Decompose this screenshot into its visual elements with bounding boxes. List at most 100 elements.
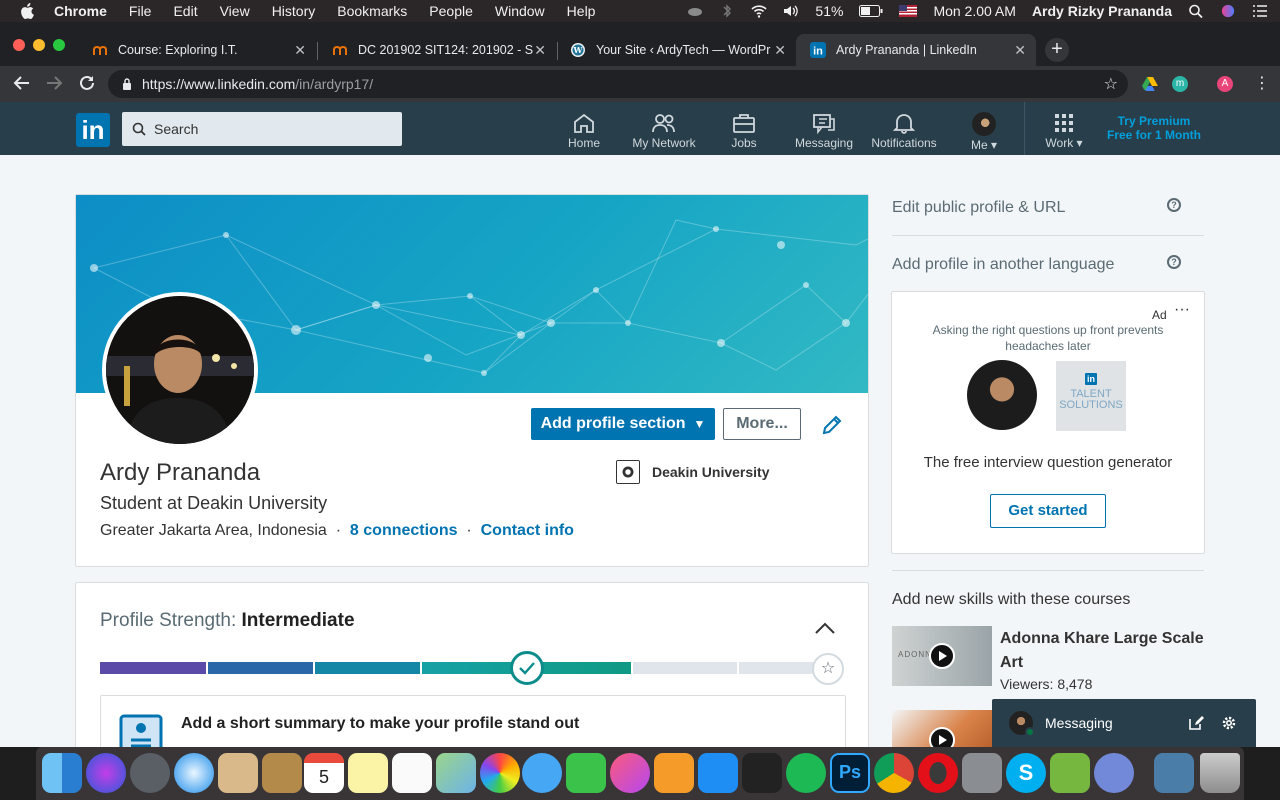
chrome-dock-icon[interactable] <box>874 753 914 793</box>
menu-edit[interactable]: Edit <box>173 3 197 19</box>
tab-course-exploring-it[interactable]: Course: Exploring I.T. ✕ <box>78 34 316 66</box>
nav-work[interactable]: Work ▾ <box>1040 112 1088 150</box>
nav-messaging[interactable]: Messaging <box>790 112 858 150</box>
connections-link[interactable]: 8 connections <box>350 522 458 539</box>
contacts-icon[interactable] <box>262 753 302 793</box>
system-preferences-icon[interactable] <box>962 753 1002 793</box>
books-icon[interactable] <box>654 753 694 793</box>
skype-icon[interactable]: S <box>1006 753 1046 793</box>
siri-dock-icon[interactable] <box>86 753 126 793</box>
compose-message-icon[interactable] <box>1188 715 1204 731</box>
music-icon[interactable] <box>610 753 650 793</box>
lock-icon[interactable] <box>122 78 132 90</box>
siri-icon[interactable] <box>1220 4 1236 18</box>
nav-notifications[interactable]: Notifications <box>866 112 942 150</box>
window-zoom-button[interactable] <box>53 39 65 51</box>
volume-icon[interactable] <box>783 4 799 18</box>
mail-stamp-icon[interactable] <box>218 753 258 793</box>
messaging-overlay-bar[interactable]: Messaging <box>992 699 1256 747</box>
tab-linkedin-profile[interactable]: in Ardy Prananda | LinkedIn ✕ <box>796 34 1036 66</box>
nav-my-network[interactable]: My Network <box>626 112 702 150</box>
trash-icon[interactable] <box>1200 753 1240 793</box>
app-store-icon[interactable] <box>698 753 738 793</box>
finder-icon[interactable] <box>42 753 82 793</box>
ad-brand-logo[interactable]: in TALENT SOLUTIONS <box>1056 361 1126 431</box>
add-profile-language-link[interactable]: Add profile in another language <box>892 256 1114 274</box>
profile-photo[interactable] <box>102 292 258 448</box>
opera-icon[interactable] <box>918 753 958 793</box>
creative-cloud-icon[interactable] <box>687 4 703 18</box>
forward-arrow-icon[interactable] <box>45 74 63 92</box>
battery-icon[interactable] <box>859 5 883 17</box>
close-tab-icon[interactable]: ✕ <box>294 42 306 59</box>
profile-tip-card[interactable]: Add a short summary to make your profile… <box>100 695 846 747</box>
utorrent-icon[interactable] <box>1050 753 1090 793</box>
messages-icon[interactable] <box>522 753 562 793</box>
calendar-icon[interactable]: 5 <box>304 753 344 793</box>
final-cut-icon[interactable] <box>742 753 782 793</box>
get-started-button[interactable]: Get started <box>990 494 1106 528</box>
menu-app-name[interactable]: Chrome <box>54 3 107 19</box>
google-drive-extension-icon[interactable] <box>1142 76 1158 92</box>
wifi-icon[interactable] <box>751 4 767 18</box>
tab-dc-sit124[interactable]: DC 201902 SIT124: 201902 - S ✕ <box>318 34 556 66</box>
maps-icon[interactable] <box>436 753 476 793</box>
gear-icon[interactable] <box>1221 715 1237 731</box>
window-close-button[interactable] <box>13 39 25 51</box>
menu-view[interactable]: View <box>220 3 250 19</box>
try-premium-link[interactable]: Try Premium Free for 1 Month <box>1100 114 1208 142</box>
downloads-stack-icon[interactable] <box>1154 753 1194 793</box>
menu-help[interactable]: Help <box>567 3 596 19</box>
more-actions-button[interactable]: More... <box>723 408 801 440</box>
apple-menu-icon[interactable] <box>20 3 34 19</box>
search-input[interactable]: Search <box>122 112 402 146</box>
notification-center-icon[interactable] <box>1252 4 1268 18</box>
window-minimize-button[interactable] <box>33 39 45 51</box>
us-flag-icon[interactable] <box>899 5 918 17</box>
edit-public-profile-link[interactable]: Edit public profile & URL <box>892 199 1065 217</box>
chrome-menu-icon[interactable]: ⋮ <box>1254 73 1270 93</box>
course-thumbnail[interactable]: ADONN <box>892 626 992 686</box>
launchpad-icon[interactable] <box>130 753 170 793</box>
tab-wordpress-ardytech[interactable]: W Your Site ‹ ArdyTech — WordPr ✕ <box>556 34 796 66</box>
photos-icon[interactable] <box>480 753 520 793</box>
menu-people[interactable]: People <box>429 3 473 19</box>
address-bar[interactable]: https://www.linkedin.com/in/ardyrp17/ ☆ <box>108 70 1128 98</box>
bookmark-star-icon[interactable]: ☆ <box>1104 74 1118 94</box>
menu-history[interactable]: History <box>272 3 316 19</box>
photoshop-icon[interactable]: Ps <box>830 753 870 793</box>
mendeley-extension-icon[interactable]: m <box>1172 76 1188 92</box>
menu-file[interactable]: File <box>129 3 152 19</box>
menubar-user[interactable]: Ardy Rizky Prananda <box>1032 3 1172 19</box>
contact-info-link[interactable]: Contact info <box>481 522 574 539</box>
back-arrow-icon[interactable] <box>13 74 31 92</box>
ad-options-icon[interactable]: ··· <box>1174 301 1190 319</box>
new-tab-button[interactable]: + <box>1045 38 1069 62</box>
discord-icon[interactable] <box>1094 753 1134 793</box>
edit-pencil-icon[interactable] <box>820 413 844 437</box>
battery-percent[interactable]: 51% <box>815 3 843 19</box>
spotlight-search-icon[interactable] <box>1188 4 1204 18</box>
safari-icon[interactable] <box>174 753 214 793</box>
close-tab-icon[interactable]: ✕ <box>534 42 546 59</box>
close-tab-icon[interactable]: ✕ <box>774 42 786 59</box>
facetime-icon[interactable] <box>566 753 606 793</box>
help-icon[interactable]: ? <box>1167 198 1181 212</box>
education-link[interactable]: Deakin University <box>616 460 770 484</box>
menubar-clock[interactable]: Mon 2.00 AM <box>933 3 1016 19</box>
close-tab-icon[interactable]: ✕ <box>1014 42 1026 59</box>
help-icon[interactable]: ? <box>1167 255 1181 269</box>
nav-home[interactable]: Home <box>560 112 608 150</box>
spotify-icon[interactable] <box>786 753 826 793</box>
notes-icon[interactable] <box>348 753 388 793</box>
menu-window[interactable]: Window <box>495 3 545 19</box>
reload-icon[interactable] <box>78 74 96 92</box>
reminders-icon[interactable] <box>392 753 432 793</box>
menu-bookmarks[interactable]: Bookmarks <box>337 3 407 19</box>
nav-jobs[interactable]: Jobs <box>724 112 764 150</box>
course-thumbnail[interactable] <box>892 710 992 747</box>
profile-avatar-icon[interactable]: A <box>1217 76 1233 92</box>
nav-me[interactable]: Me ▾ <box>964 112 1004 152</box>
course-title[interactable]: Adonna Khare Large Scale Art <box>1000 627 1210 675</box>
add-profile-section-button[interactable]: Add profile section ▼ <box>531 408 715 440</box>
